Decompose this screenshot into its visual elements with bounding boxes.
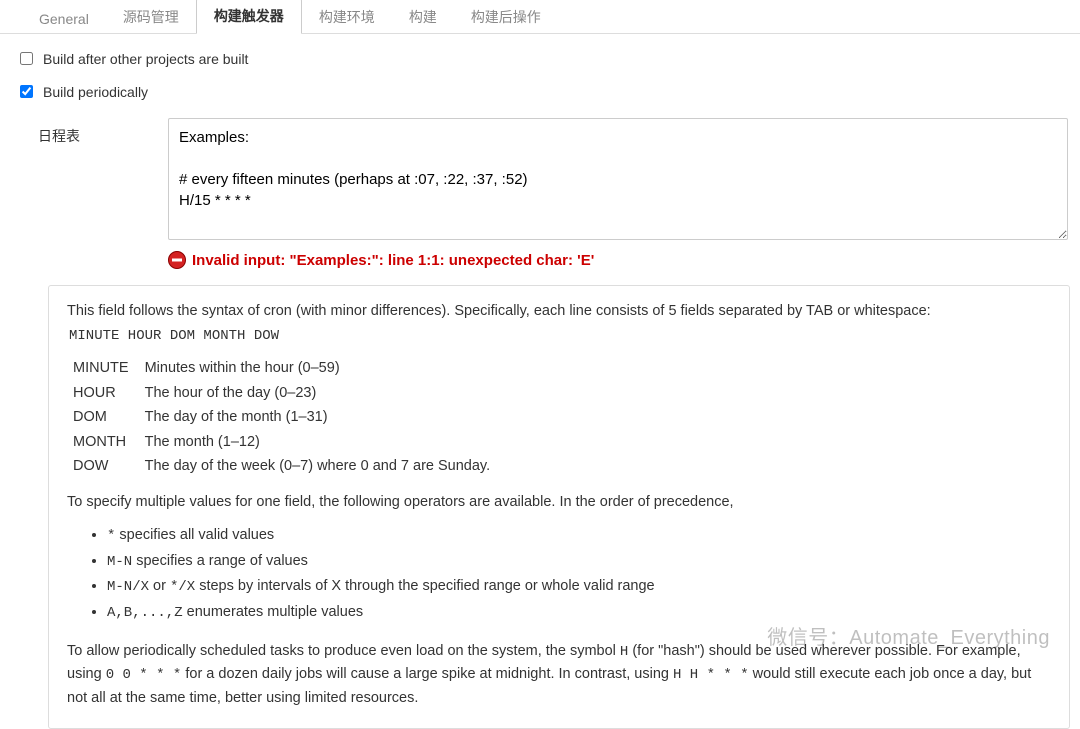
row-build-after-others: Build after other projects are built	[8, 42, 1080, 75]
tab-general[interactable]: General	[22, 4, 106, 34]
list-item: M-N specifies a range of values	[107, 549, 1051, 575]
schedule-label: 日程表	[38, 118, 168, 269]
cron-help: This field follows the syntax of cron (w…	[48, 285, 1070, 729]
list-item: A,B,...,Z enumerates multiple values	[107, 600, 1051, 626]
tab-scm[interactable]: 源码管理	[106, 0, 196, 34]
table-row: DOWThe day of the week (0–7) where 0 and…	[73, 454, 498, 478]
schedule-block: 日程表 Invalid input: "Examples:": line 1:1…	[8, 108, 1080, 269]
help-intro: This field follows the syntax of cron (w…	[67, 300, 1051, 322]
help-hash-paragraph: To allow periodically scheduled tasks to…	[67, 640, 1051, 710]
schedule-textarea[interactable]	[168, 118, 1068, 240]
schedule-error: Invalid input: "Examples:": line 1:1: un…	[168, 251, 1068, 269]
tab-post-build[interactable]: 构建后操作	[454, 0, 558, 34]
table-row: MINUTEMinutes within the hour (0–59)	[73, 356, 498, 380]
tab-build-env[interactable]: 构建环境	[302, 0, 392, 34]
help-ops-intro: To specify multiple values for one field…	[67, 491, 1051, 513]
label-build-after-others: Build after other projects are built	[43, 51, 248, 67]
table-row: HOURThe hour of the day (0–23)	[73, 381, 498, 405]
triggers-panel: Build after other projects are built Bui…	[0, 34, 1080, 729]
label-build-periodically: Build periodically	[43, 84, 148, 100]
table-row: DOMThe day of the month (1–31)	[73, 405, 498, 429]
schedule-error-text: Invalid input: "Examples:": line 1:1: un…	[192, 252, 594, 269]
list-item: * specifies all valid values	[107, 523, 1051, 549]
help-syntax: MINUTE HOUR DOM MONTH DOW	[69, 326, 1051, 348]
error-icon	[168, 251, 186, 269]
checkbox-build-periodically[interactable]	[20, 85, 33, 98]
table-row: MONTHThe month (1–12)	[73, 430, 498, 454]
row-build-periodically: Build periodically	[8, 75, 1080, 108]
tab-build[interactable]: 构建	[392, 0, 454, 34]
help-ops-list: * specifies all valid values M-N specifi…	[89, 523, 1051, 626]
list-item: M-N/X or */X steps by intervals of X thr…	[107, 574, 1051, 600]
config-tabs: General 源码管理 构建触发器 构建环境 构建 构建后操作	[0, 0, 1080, 34]
checkbox-build-after-others[interactable]	[20, 52, 33, 65]
tab-build-triggers[interactable]: 构建触发器	[196, 0, 302, 34]
help-fields-table: MINUTEMinutes within the hour (0–59) HOU…	[73, 356, 498, 478]
